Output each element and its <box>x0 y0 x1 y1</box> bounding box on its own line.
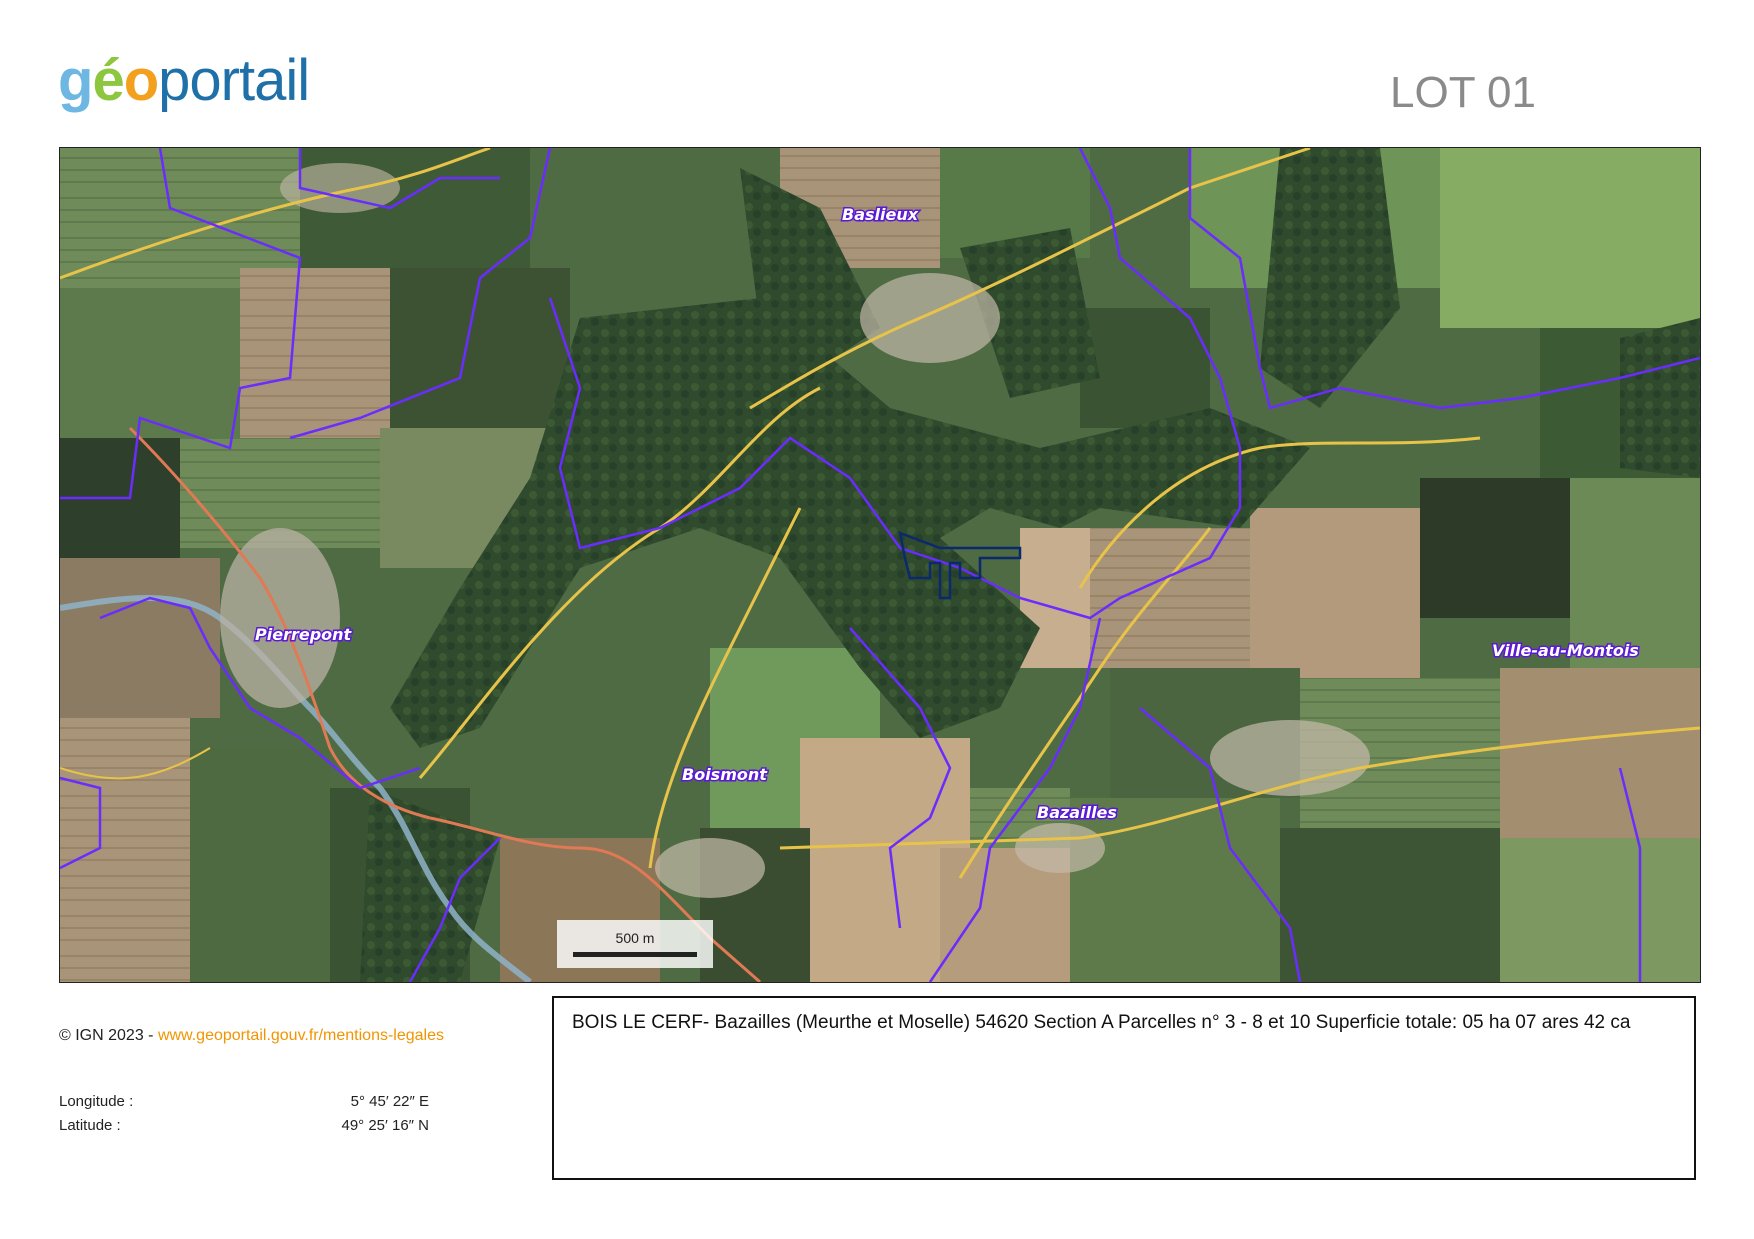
place-label-pierrepont: Pierrepont <box>255 625 353 644</box>
scale-bar-label: 500 m <box>615 930 655 946</box>
place-label-baslieux: Baslieux <box>842 205 919 224</box>
copyright-text: © IGN 2023 - <box>59 1027 158 1044</box>
scale-bar: 500 m <box>557 920 713 968</box>
logo-letter-g: g <box>58 48 93 113</box>
latitude-row: Latitude : 49° 25′ 16″ N <box>59 1114 429 1138</box>
logo-letter-o: o <box>123 48 159 113</box>
logo-word-portail: portail <box>158 48 310 113</box>
aerial-map[interactable]: Baslieux Pierrepont Ville-au-Montois Boi… <box>59 147 1701 983</box>
lot-title: LOT 01 <box>1390 68 1536 117</box>
lot-description-box: BOIS LE CERF- Bazailles (Meurthe et Mose… <box>552 996 1696 1180</box>
place-label-boismont: Boismont <box>682 765 768 784</box>
coordinates-panel: Longitude : 5° 45′ 22″ E Latitude : 49° … <box>59 1090 429 1138</box>
map-canvas[interactable]: Baslieux Pierrepont Ville-au-Montois Boi… <box>60 148 1700 982</box>
place-label-ville-au-montois: Ville-au-Montois <box>1492 641 1639 660</box>
longitude-label: Longitude : <box>59 1093 134 1110</box>
copyright-notice: © IGN 2023 - www.geoportail.gouv.fr/ment… <box>59 1027 444 1045</box>
scale-bar-line <box>573 952 697 957</box>
latitude-value: 49° 25′ 16″ N <box>341 1117 429 1134</box>
place-label-bazailles: Bazailles <box>1037 803 1117 822</box>
longitude-value: 5° 45′ 22″ E <box>350 1093 429 1110</box>
geoportail-logo[interactable]: géoportail <box>58 52 310 110</box>
logo-letter-e: é <box>92 48 124 113</box>
legal-notice-link[interactable]: www.geoportail.gouv.fr/mentions-legales <box>158 1027 444 1044</box>
longitude-row: Longitude : 5° 45′ 22″ E <box>59 1090 429 1114</box>
lot-description-text: BOIS LE CERF- Bazailles (Meurthe et Mose… <box>572 1012 1631 1033</box>
latitude-label: Latitude : <box>59 1117 121 1134</box>
